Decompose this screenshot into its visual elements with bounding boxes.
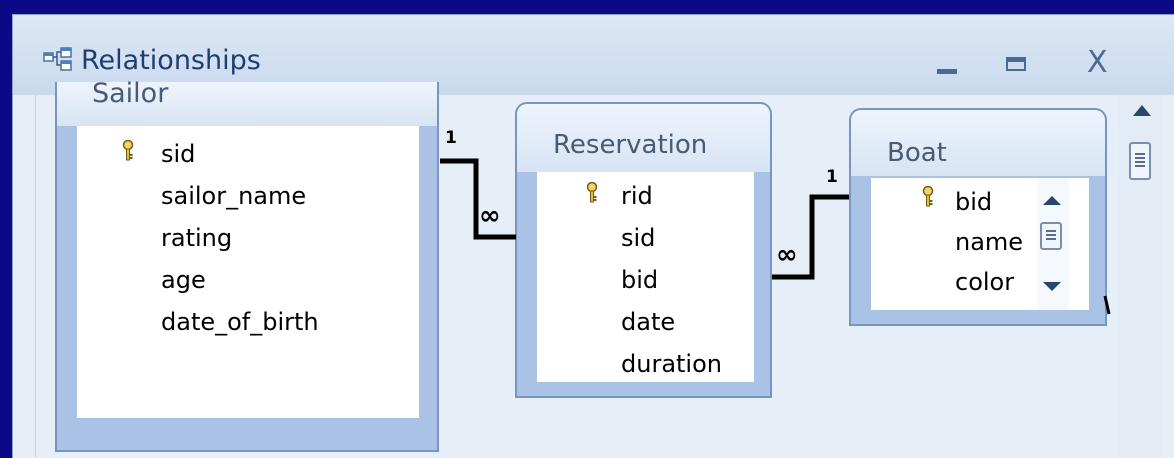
close-button[interactable]: X: [1073, 41, 1129, 81]
field-rid[interactable]: rid: [621, 182, 653, 210]
field-rating[interactable]: rating: [161, 224, 232, 252]
vertical-scrollbar[interactable]: [1119, 95, 1161, 458]
window-title: Relationships: [81, 45, 261, 76]
table-title-bar[interactable]: Reservation: [517, 104, 770, 172]
primary-key-icon: [122, 140, 134, 161]
scroll-thumb[interactable]: [1040, 222, 1062, 250]
scroll-thumb[interactable]: [1129, 142, 1151, 180]
table-title: Sailor: [92, 78, 169, 109]
primary-key-icon: [922, 186, 934, 207]
field-list-scrollbar[interactable]: [1037, 178, 1069, 310]
field-sid[interactable]: sid: [621, 224, 655, 252]
field-sid[interactable]: sid: [161, 140, 195, 168]
primary-key-icon: [586, 182, 598, 203]
many-label: ∞: [479, 201, 501, 231]
field-date[interactable]: date: [621, 308, 675, 336]
field-name[interactable]: name: [955, 228, 1023, 256]
table-title-bar[interactable]: Sailor: [57, 78, 437, 126]
field-bid[interactable]: bid: [955, 188, 992, 216]
table-sailor[interactable]: Sailor sid sailor_name rating age date_o…: [55, 78, 439, 452]
maximize-button[interactable]: [988, 41, 1044, 81]
minimize-button[interactable]: [919, 41, 975, 81]
field-color[interactable]: color: [955, 268, 1014, 296]
scroll-up-icon[interactable]: [1043, 196, 1061, 205]
field-list[interactable]: sid sailor_name rating age date_of_birth: [77, 126, 419, 418]
minimize-icon: [937, 69, 957, 74]
table-reservation[interactable]: Reservation rid sid bid date duration: [515, 102, 772, 398]
scroll-up-icon[interactable]: [1133, 105, 1151, 116]
table-boat[interactable]: Boat bid name color: [849, 108, 1107, 326]
table-title: Reservation: [553, 130, 708, 160]
field-duration[interactable]: duration: [621, 350, 722, 378]
close-icon: X: [1087, 45, 1108, 80]
many-label: ∞: [776, 240, 798, 270]
field-list[interactable]: rid sid bid date duration: [537, 172, 754, 382]
relationships-icon: [43, 47, 72, 71]
scroll-down-icon[interactable]: [1043, 282, 1061, 291]
field-sailor-name[interactable]: sailor_name: [161, 182, 306, 210]
table-title: Boat: [887, 138, 947, 168]
one-label: 1: [826, 167, 838, 187]
field-date-of-birth[interactable]: date_of_birth: [161, 308, 319, 336]
maximize-icon: [1006, 57, 1026, 71]
field-bid[interactable]: bid: [621, 266, 658, 294]
field-age[interactable]: age: [161, 266, 206, 294]
one-label: 1: [445, 128, 457, 148]
table-title-bar[interactable]: Boat: [851, 110, 1105, 176]
